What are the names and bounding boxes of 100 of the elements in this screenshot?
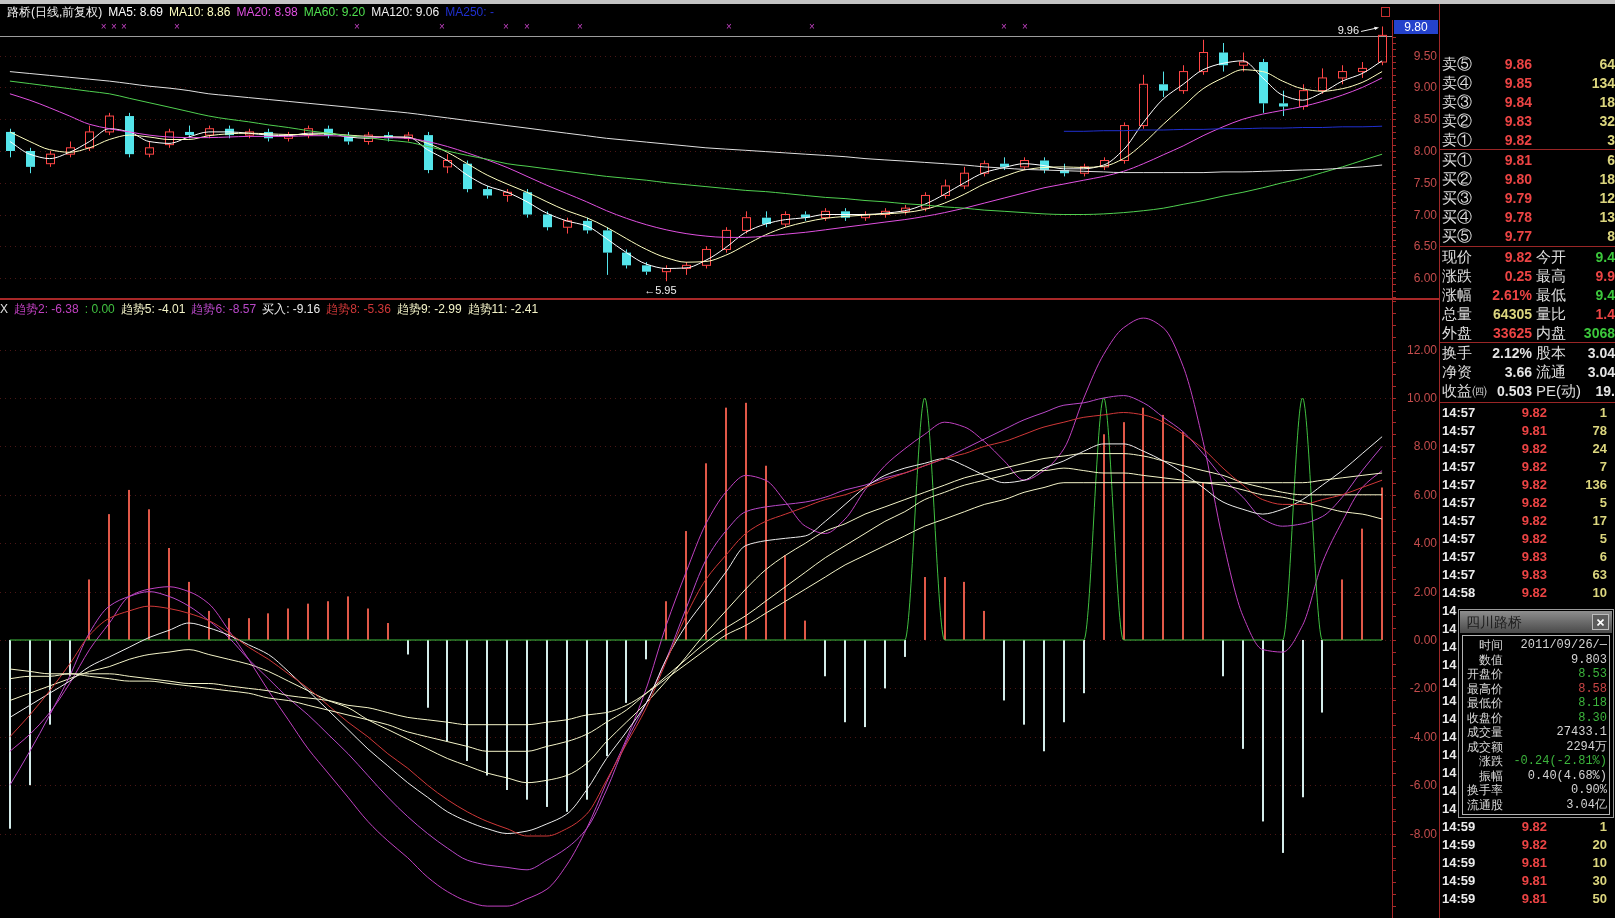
axis-label: 0.00 <box>1413 632 1437 647</box>
order-price: 9.81 <box>1504 152 1532 167</box>
stat-label: 今开 <box>1536 249 1566 264</box>
stat-label: 内盘 <box>1536 325 1566 340</box>
chart-title: 路桥(日线,前复权) <box>7 6 103 18</box>
trade-time: 14:57 <box>1442 459 1476 473</box>
order-volume: 18 <box>1599 94 1615 109</box>
stat-label: 总量 <box>1442 306 1472 321</box>
stat-value: 2.12% <box>1492 345 1532 360</box>
trade-volume: 10 <box>1592 585 1607 599</box>
field-value: 2011/09/26/— <box>1520 639 1607 652</box>
trade-time: 14:59 <box>1442 855 1476 869</box>
trade-volume: 5 <box>1599 531 1607 545</box>
axis-label: -4.00 <box>1409 729 1437 744</box>
axis-label: 7.00 <box>1413 207 1437 222</box>
trade-time: 14:59 <box>1442 819 1476 833</box>
field-label: 最高价 <box>1467 682 1503 695</box>
order-volume: 18 <box>1599 171 1615 186</box>
trade-price: 9.82 <box>1521 477 1547 491</box>
stat-value: 3.04 <box>1587 364 1615 379</box>
stat-value: 9.4 <box>1595 287 1615 302</box>
order-label: 卖③ <box>1442 94 1472 109</box>
stat-value: 9.4 <box>1595 249 1615 264</box>
tooltip-title: 四川路桥 <box>1466 615 1522 629</box>
stat-label: 最高 <box>1536 268 1566 283</box>
stat-label: 流通 <box>1536 364 1566 379</box>
trade-time: 14 <box>1442 639 1457 653</box>
trade-time: 14:57 <box>1442 423 1476 437</box>
trade-time: 14:57 <box>1442 567 1476 581</box>
trade-price: 9.82 <box>1521 459 1547 473</box>
event-marker: × <box>174 20 180 32</box>
stat-label: 外盘 <box>1442 325 1472 340</box>
trade-time: 14 <box>1442 693 1457 707</box>
stat-value: 0.503 <box>1496 383 1532 398</box>
trade-volume: 50 <box>1592 891 1607 905</box>
stat-label: 收益㈣ <box>1442 383 1487 398</box>
stat-label: 量比 <box>1536 306 1566 321</box>
trade-time: 14:59 <box>1442 891 1476 905</box>
price-label: ←5.95 <box>644 284 677 297</box>
trade-time: 14 <box>1442 783 1457 797</box>
legend-label: MA20: 8.98 <box>236 6 298 18</box>
field-label: 收盘价 <box>1467 711 1503 724</box>
order-volume: 12 <box>1599 190 1615 205</box>
trade-time: 14 <box>1442 603 1457 617</box>
trade-volume: 63 <box>1592 567 1607 581</box>
order-label: 卖⑤ <box>1442 56 1472 71</box>
legend-label: MA120: 9.06 <box>371 6 440 18</box>
event-marker: × <box>524 20 530 32</box>
event-marker: × <box>439 20 445 32</box>
trade-volume: 5 <box>1599 495 1607 509</box>
legend-label: : 0.00 <box>84 303 115 315</box>
trade-price: 9.81 <box>1521 855 1547 869</box>
stat-value: 3.04 <box>1587 345 1615 360</box>
event-marker: × <box>110 20 117 32</box>
trade-time: 14:57 <box>1442 495 1476 509</box>
trade-time: 14:59 <box>1442 873 1476 887</box>
event-marker: × <box>100 20 107 32</box>
order-label: 卖④ <box>1442 75 1472 90</box>
trade-volume: 17 <box>1592 513 1607 527</box>
trade-price: 9.82 <box>1521 585 1547 599</box>
axis-label: 6.50 <box>1413 239 1437 254</box>
stat-label: PE(动) <box>1536 383 1581 398</box>
axis-label: -8.00 <box>1409 826 1437 841</box>
trade-price: 9.82 <box>1521 819 1547 833</box>
trade-price: 9.82 <box>1521 837 1547 851</box>
axis-label: 4.00 <box>1413 536 1437 551</box>
trade-time: 14:57 <box>1442 405 1476 419</box>
stat-value: 1.4 <box>1595 306 1615 321</box>
trade-price: 9.82 <box>1521 441 1547 455</box>
order-volume: 32 <box>1599 113 1615 128</box>
field-value: 8.18 <box>1578 697 1607 710</box>
axis-label: 6.00 <box>1413 487 1437 502</box>
order-label: 买⑤ <box>1442 228 1472 243</box>
trade-price: 9.82 <box>1521 513 1547 527</box>
order-volume: 13 <box>1599 209 1615 224</box>
stat-label: 股本 <box>1536 345 1566 360</box>
field-value: 0.40(4.68%) <box>1527 769 1607 782</box>
trade-price: 9.81 <box>1521 891 1547 905</box>
legend-label: 趋势8: -5.36 <box>326 303 391 315</box>
trade-time: 14 <box>1442 657 1457 671</box>
event-marker: × <box>577 20 583 32</box>
legend-label: 买入: -9.16 <box>262 303 321 315</box>
axis-label: -6.00 <box>1409 778 1437 793</box>
trade-volume: 30 <box>1592 873 1607 887</box>
field-label: 最低价 <box>1467 697 1503 710</box>
field-label: 成交额 <box>1467 740 1503 753</box>
legend-label: MA250: - <box>445 6 494 18</box>
price-tag: 9.80 <box>1394 20 1438 34</box>
event-marker: × <box>1022 20 1028 32</box>
trade-time: 14:57 <box>1442 549 1476 563</box>
trade-price: 9.82 <box>1521 495 1547 509</box>
stat-label: 涨幅 <box>1442 287 1472 302</box>
trade-volume: 1 <box>1599 405 1607 419</box>
legend-label: MA10: 8.86 <box>169 6 231 18</box>
trade-volume: 1 <box>1599 819 1607 833</box>
trade-price: 9.83 <box>1521 549 1547 563</box>
field-label: 换手率 <box>1467 784 1503 797</box>
order-price: 9.80 <box>1504 171 1532 186</box>
event-marker: × <box>726 20 732 32</box>
order-volume: 64 <box>1599 56 1615 71</box>
